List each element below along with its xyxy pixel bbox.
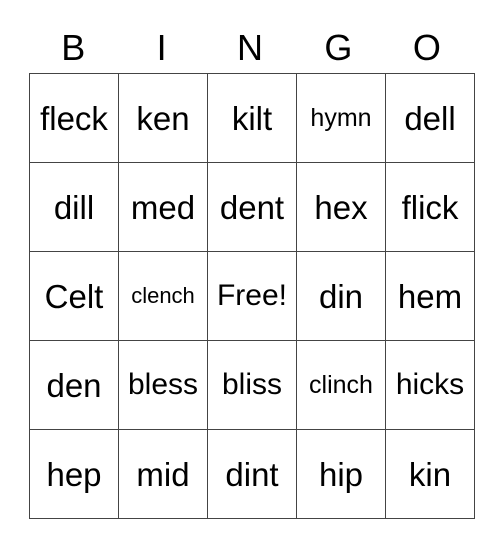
bingo-header: B I N G O bbox=[29, 26, 471, 70]
grid-row: hep mid dint hip kin bbox=[29, 429, 475, 519]
grid-row: fleck ken kilt hymn dell bbox=[29, 73, 475, 163]
bingo-cell[interactable]: kilt bbox=[207, 73, 297, 163]
bingo-cell[interactable]: med bbox=[118, 162, 208, 252]
bingo-cell[interactable]: din bbox=[296, 251, 386, 341]
bingo-cell[interactable]: ken bbox=[118, 73, 208, 163]
header-letter-b: B bbox=[61, 27, 86, 68]
header-letter-i: I bbox=[156, 27, 167, 68]
bingo-cell[interactable]: hicks bbox=[385, 340, 475, 430]
grid-row: Celt clench Free! din hem bbox=[29, 251, 475, 341]
header-letter-o: O bbox=[412, 27, 441, 68]
bingo-cell[interactable]: hex bbox=[296, 162, 386, 252]
bingo-cell[interactable]: dill bbox=[29, 162, 119, 252]
bingo-cell[interactable]: dent bbox=[207, 162, 297, 252]
grid-row: den bless bliss clinch hicks bbox=[29, 340, 475, 430]
bingo-cell[interactable]: fleck bbox=[29, 73, 119, 163]
bingo-cell[interactable]: clinch bbox=[296, 340, 386, 430]
bingo-cell[interactable]: dell bbox=[385, 73, 475, 163]
bingo-cell[interactable]: hem bbox=[385, 251, 475, 341]
bingo-cell[interactable]: hymn bbox=[296, 73, 386, 163]
bingo-cell[interactable]: mid bbox=[118, 429, 208, 519]
free-space-cell[interactable]: Free! bbox=[207, 251, 297, 341]
bingo-cell[interactable]: bless bbox=[118, 340, 208, 430]
header-letter-g: G bbox=[324, 27, 353, 68]
bingo-cell[interactable]: kin bbox=[385, 429, 475, 519]
bingo-cell[interactable]: hip bbox=[296, 429, 386, 519]
bingo-cell[interactable]: dint bbox=[207, 429, 297, 519]
bingo-cell[interactable]: bliss bbox=[207, 340, 297, 430]
header-letter-n: N bbox=[237, 27, 264, 68]
bingo-grid: fleck ken kilt hymn dell dill med dent h… bbox=[29, 73, 475, 519]
bingo-cell[interactable]: clench bbox=[118, 251, 208, 341]
bingo-cell[interactable]: hep bbox=[29, 429, 119, 519]
bingo-cell[interactable]: den bbox=[29, 340, 119, 430]
grid-row: dill med dent hex flick bbox=[29, 162, 475, 252]
bingo-cell[interactable]: Celt bbox=[29, 251, 119, 341]
bingo-cell[interactable]: flick bbox=[385, 162, 475, 252]
